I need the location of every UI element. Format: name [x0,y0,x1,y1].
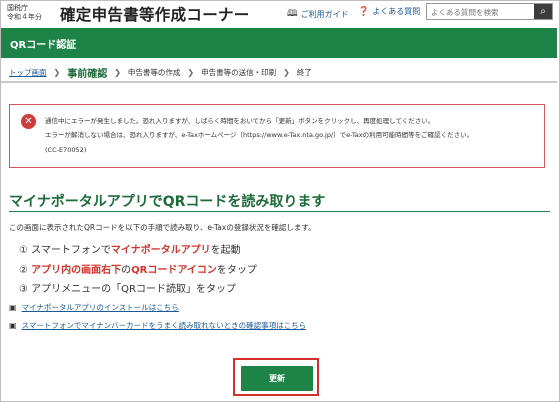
step-1: ① スマートフォンでマイナポータルアプリを起動 [19,241,241,256]
breadcrumb-top[interactable]: トップ画面 [9,67,47,78]
search-input[interactable]: よくある質問を検索 [431,7,499,18]
card-reading-help-link[interactable]: ▣ スマートフォンでマイナンバーカードをうまく読み取れないときの確認事項はこちら [9,320,306,331]
agency-name: 国税庁 [7,4,28,12]
chevron-right-icon: ❯ [283,68,290,77]
breadcrumb-step: 申告書等の作成 [127,68,181,77]
document-icon: ▣ [9,321,17,330]
guide-link-label: ご利用ガイド [300,9,349,19]
step-emphasis: アプリ内の画面右下 [31,265,122,276]
error-text-line2: エラーが解消しない場合は、恐れ入りますが、e-Taxホームページ（https:/… [45,131,474,139]
page-title: QRコード認証 [10,40,77,51]
step-number: ③ [19,284,28,295]
question-circle-icon: ❓ [358,6,370,17]
intro-text: この画面に表示されたQRコードを以下の手順で読み取り、e-Taxの登録状況を確認… [9,223,316,232]
link-label: スマートフォンでマイナンバーカードをうまく読み取れないときの確認事項はこちら [21,321,307,330]
breadcrumb-step: 申告書等の送信・印刷 [201,68,277,77]
step-text: を起動 [210,245,241,256]
chevron-right-icon: ❯ [53,68,61,77]
site-title[interactable]: 確定申告書等作成コーナー [60,3,250,25]
app-install-link[interactable]: ▣ マイナポータルアプリのインストールはこちら [9,302,179,313]
step-text: アプリメニューの「QRコード読取」をタップ [31,284,236,295]
error-code: (CC-E70052) [45,146,87,154]
chevron-right-icon: ❯ [114,68,121,77]
breadcrumb-current: 事前確認 [67,69,108,80]
tax-year: 令和４年分 [7,13,42,21]
heading-underline [9,211,550,212]
step-text: をタップ [216,265,257,276]
faq-link-label: よくある質問 [372,7,421,16]
step-number: ① [19,245,28,256]
document-icon: ▣ [9,303,17,312]
step-text: スマートフォンで [31,245,111,256]
step-2: ② アプリ内の画面右下のQRコードアイコンをタップ [19,261,257,276]
error-text-line1: 通信中にエラーが発生しました。恐れ入りますが、しばらく時間をおいてから「更新」ボ… [45,117,435,125]
search-icon: ⌕ [540,6,546,17]
breadcrumb: トップ画面 ❯ 事前確認 ❯ 申告書等の作成 ❯ 申告書等の送信・印刷 ❯ 終了 [9,65,312,80]
faq-link[interactable]: ❓ よくある質問 [358,6,420,17]
section-heading: マイナポータルアプリでQRコードを読み取ります [9,194,326,210]
link-label: マイナポータルアプリのインストールはこちら [21,303,179,312]
error-x-icon: ✕ [21,114,36,129]
step-emphasis: マイナポータルアプリ [110,245,211,256]
book-icon: 🕮 [287,9,298,19]
step-emphasis: QRコードアイコン [131,265,217,276]
update-button[interactable]: 更新 [241,366,313,391]
search-button[interactable]: ⌕ [534,4,552,19]
step-3: ③ アプリメニューの「QRコード読取」をタップ [19,280,236,295]
page-title-bar: QRコード認証 [1,28,557,58]
breadcrumb-divider [1,81,557,83]
breadcrumb-step: 終了 [296,68,312,77]
step-text: の [121,265,132,276]
chevron-right-icon: ❯ [187,68,195,77]
faq-search: よくある質問を検索 ⌕ [426,3,553,20]
guide-link[interactable]: 🕮 ご利用ガイド [287,6,349,22]
agency-label: 国税庁 令和４年分 [7,4,42,22]
step-number: ② [19,265,28,276]
